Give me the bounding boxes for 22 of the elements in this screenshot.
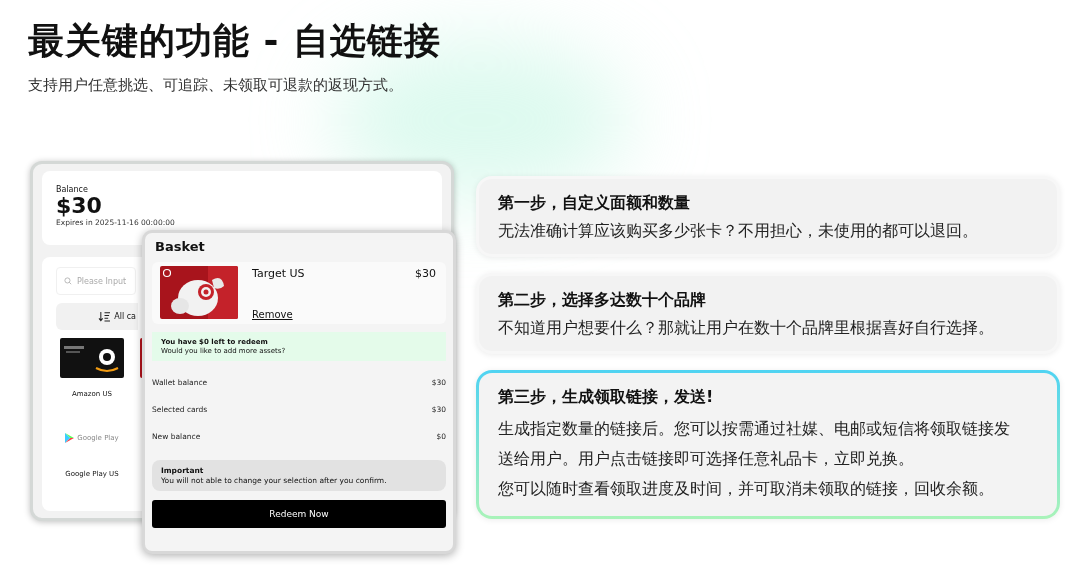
step-text: 生成指定数量的链接后。您可以按需通过社媒、电邮或短信将领取链接发 bbox=[498, 419, 1011, 440]
search-icon bbox=[64, 277, 72, 285]
item-price: $30 bbox=[415, 267, 436, 280]
balance-amount: $30 bbox=[56, 194, 103, 218]
page-title: 最关键的功能 - 自选链接 bbox=[28, 19, 442, 63]
step-title: 第一步，自定义面额和数量 bbox=[498, 193, 691, 214]
search-field[interactable]: Please Input bbox=[56, 267, 136, 295]
item-name: Target US bbox=[252, 267, 305, 280]
sort-icon bbox=[98, 311, 112, 322]
step-text: 无法准确计算应该购买多少张卡？不用担心，未使用的都可以退回。 bbox=[498, 221, 979, 242]
step-title: 第二步，选择多达数十个品牌 bbox=[498, 290, 707, 311]
page-subtitle: 支持用户任意挑选、可追踪、未领取可退款的返现方式。 bbox=[28, 76, 404, 95]
step-title: 第三步，生成领取链接，发送! bbox=[498, 387, 715, 408]
category-button[interactable]: All ca bbox=[56, 303, 138, 330]
step-text: 不知道用户想要什么？那就让用户在数十个品牌里根据喜好自行选择。 bbox=[498, 318, 995, 339]
play-icon bbox=[65, 433, 75, 443]
remove-link[interactable]: Remove bbox=[252, 309, 293, 320]
basket-title: Basket bbox=[154, 239, 206, 254]
balance-label: Balance bbox=[56, 185, 89, 194]
step-text: 送给用户。用户点击链接即可选择任意礼品卡，立即兑换。 bbox=[498, 449, 915, 470]
redeem-button[interactable]: Redeem Now bbox=[152, 500, 446, 528]
step-text: 您可以随时查看领取进度及时间，并可取消未领取的链接，回收余额。 bbox=[498, 479, 995, 500]
